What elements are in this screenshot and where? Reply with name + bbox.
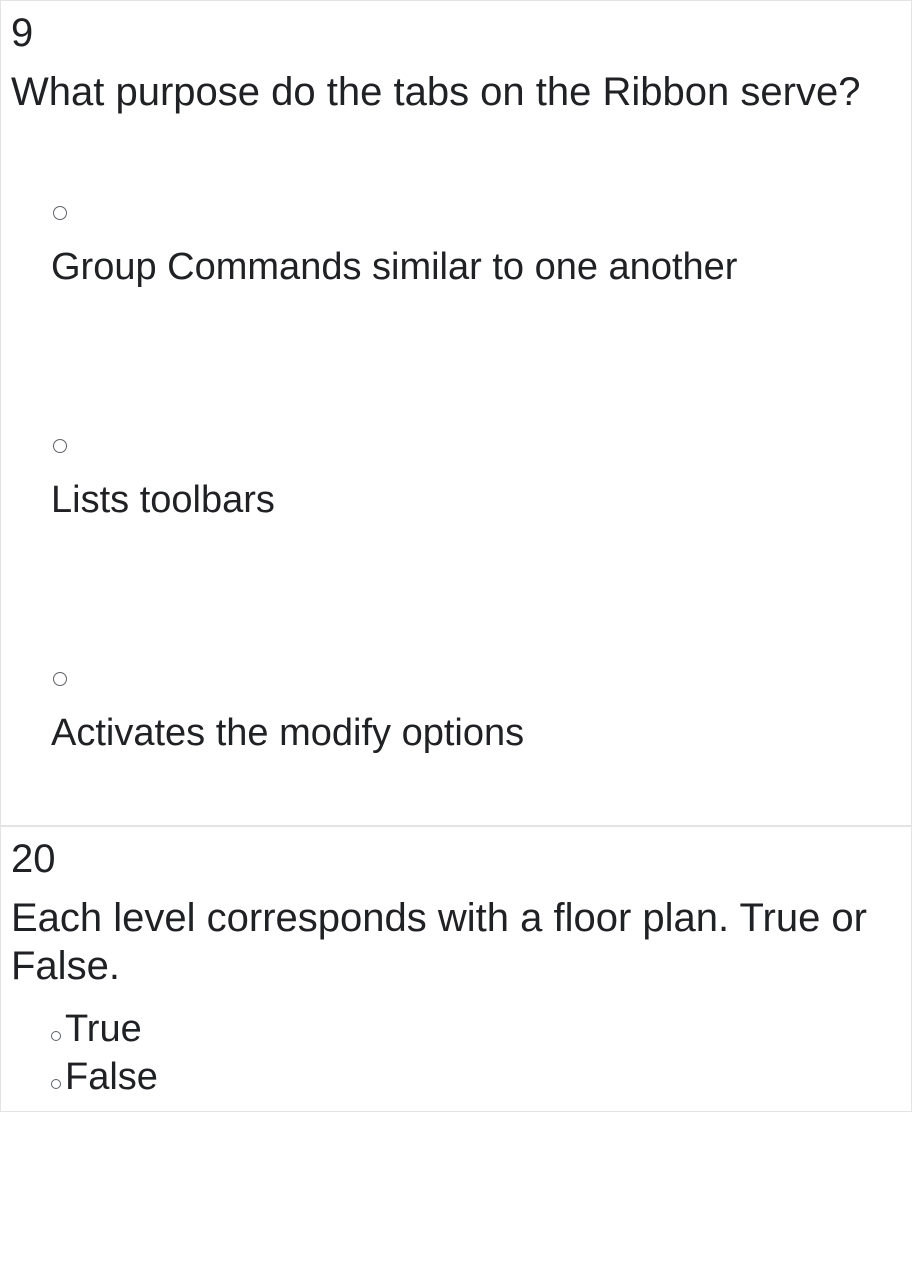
question-text: Each level corresponds with a floor plan…	[11, 894, 901, 990]
option-label: False	[65, 1056, 158, 1098]
question-block-20: 20 Each level corresponds with a floor p…	[0, 826, 912, 1112]
option-true[interactable]: True	[51, 1006, 901, 1054]
option-activates-modify[interactable]: Activates the modify options	[51, 672, 901, 755]
option-label: True	[65, 1008, 142, 1050]
question-number: 9	[11, 11, 901, 56]
option-label: Group Commands similar to one another	[51, 246, 737, 288]
radio-icon[interactable]	[53, 206, 67, 220]
option-group-commands[interactable]: Group Commands similar to one another	[51, 206, 901, 289]
option-label: Lists toolbars	[51, 479, 275, 521]
question-text: What purpose do the tabs on the Ribbon s…	[11, 68, 901, 116]
options-list: Group Commands similar to one another Li…	[11, 126, 901, 755]
question-number: 20	[11, 837, 901, 882]
radio-icon[interactable]	[51, 1031, 61, 1041]
question-block-9: 9 What purpose do the tabs on the Ribbon…	[0, 0, 912, 826]
options-list: True False	[11, 1000, 901, 1101]
radio-icon[interactable]	[53, 672, 67, 686]
option-false[interactable]: False	[51, 1054, 901, 1102]
option-lists-toolbars[interactable]: Lists toolbars	[51, 439, 901, 522]
radio-icon[interactable]	[51, 1079, 61, 1089]
radio-icon[interactable]	[53, 439, 67, 453]
option-label: Activates the modify options	[51, 712, 524, 754]
